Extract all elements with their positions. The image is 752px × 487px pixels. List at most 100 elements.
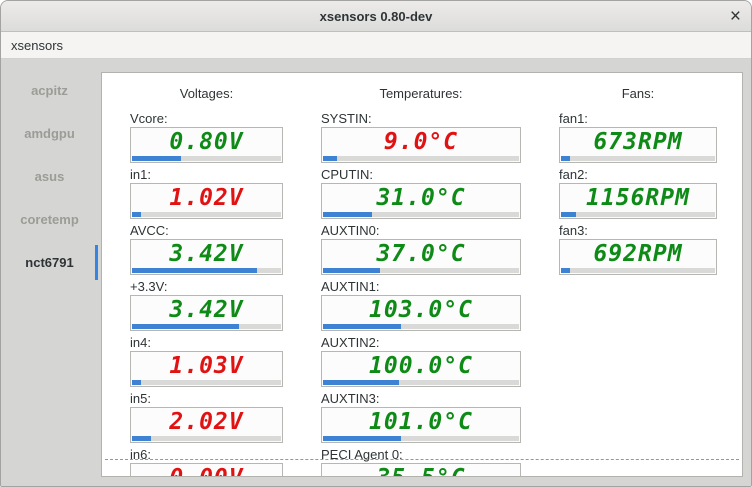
tab-acpitz[interactable]: acpitz [1, 69, 98, 112]
tab-coretemp[interactable]: coretemp [1, 198, 98, 241]
sensor-label: AUXTIN1: [321, 279, 380, 294]
sensor-value: 31.0°C [376, 185, 466, 211]
sensor-chip-tabs: acpitz amdgpu asus coretemp nct6791 [1, 59, 98, 486]
sensor-value: 100.0°C [369, 353, 473, 379]
sensor-systin: SYSTIN: 9.0°C [321, 112, 521, 163]
sensor-progress-track [323, 324, 519, 329]
sensor-label: fan2: [559, 167, 588, 182]
tab-label: acpitz [31, 83, 68, 98]
sensor-progress-fill [132, 380, 141, 385]
sensor-in4: in4: 1.03V [130, 336, 283, 387]
sensor-progress-fill [132, 268, 258, 273]
sensor-progress-track [132, 212, 281, 217]
sensor-progress-fill [561, 212, 577, 217]
sensor-display: 1156RPM [559, 183, 717, 219]
voltages-column: Voltages: Vcore: 0.80V in1: 1.02V AVCC: … [130, 81, 283, 476]
sensor-display: 3.42V [130, 239, 283, 275]
sensor-progress-fill [132, 324, 240, 329]
sensor-progress-track [323, 436, 519, 441]
sensor-label: Vcore: [130, 111, 168, 126]
tab-label: asus [34, 169, 65, 184]
sensor-display: 3.42V [130, 295, 283, 331]
sensor-fan3: fan3: 692RPM [559, 224, 717, 275]
sensor-progress-fill [323, 212, 372, 217]
sensor-progress-fill [132, 156, 182, 161]
tab-nct6791[interactable]: nct6791 [1, 241, 98, 284]
titlebar: xsensors 0.80-dev × [1, 1, 751, 32]
sensor-value: 3.42V [169, 241, 244, 267]
sensor-display: 31.0°C [321, 183, 521, 219]
window-title: xsensors 0.80-dev [319, 8, 433, 24]
sensor-value: 1.03V [169, 353, 244, 379]
sensor-display: 100.0°C [321, 351, 521, 387]
tab-label: amdgpu [24, 126, 75, 141]
app-window: xsensors 0.80-dev × xsensors acpitz amdg… [0, 0, 752, 487]
sensor-auxtin0: AUXTIN0: 37.0°C [321, 224, 521, 275]
sensor-progress-track [323, 380, 519, 385]
sensor-progress-track [132, 324, 281, 329]
sensor-value: 103.0°C [369, 297, 473, 323]
sensor-progress-fill [132, 212, 141, 217]
sensor-display: 2.02V [130, 407, 283, 443]
sensor-display: 1.03V [130, 351, 283, 387]
menubar: xsensors [1, 32, 751, 59]
sensor-fan1: fan1: 673RPM [559, 112, 717, 163]
tab-asus[interactable]: asus [1, 155, 98, 198]
sensor-value: 35.5°C [376, 465, 465, 476]
sensor-value: 3.42V [169, 297, 244, 323]
sensor-display: 673RPM [559, 127, 717, 163]
sensor-value: 2.02V [169, 409, 244, 435]
sensor-progress-track [561, 212, 715, 217]
sensor-in6: in6: 0.00V [130, 447, 283, 476]
sensor-value: 0.00V [169, 465, 243, 476]
sensor-progress-track [132, 436, 281, 441]
sensor-label: AUXTIN3: [321, 391, 380, 406]
fans-header: Fans: [621, 86, 655, 101]
tab-label: nct6791 [25, 255, 74, 270]
sensor-auxtin2: AUXTIN2: 100.0°C [321, 336, 521, 387]
sensor-vcore: Vcore: 0.80V [130, 112, 283, 163]
sensor-display: 1.02V [130, 183, 283, 219]
sensor-value: 9.0°C [383, 129, 459, 155]
sensor-label: AUXTIN0: [321, 223, 380, 238]
sensor-label: PECI Agent 0: [321, 447, 403, 462]
sensor-label: SYSTIN: [321, 111, 372, 126]
sensor-label: in4: [130, 335, 151, 350]
sensor-display: 37.0°C [321, 239, 521, 275]
sensor-display: 103.0°C [321, 295, 521, 331]
sensor-progress-fill [323, 380, 400, 385]
temperatures-header: Temperatures: [379, 86, 463, 101]
sensor-progress-track [323, 212, 519, 217]
sensor-progress-fill [323, 324, 402, 329]
sensor-progress-track [323, 156, 519, 161]
sensor-value: 673RPM [593, 129, 683, 155]
fans-column: Fans: fan1: 673RPM fan2: 1156RPM fan3: 6… [559, 81, 717, 476]
sensor-progress-track [561, 268, 715, 273]
sensor-progress-fill [561, 156, 571, 161]
sensor-value: 1.02V [169, 185, 244, 211]
content-area: acpitz amdgpu asus coretemp nct6791 Volt… [1, 59, 751, 486]
voltages-header: Voltages: [179, 86, 234, 101]
sensor-value: 37.0°C [376, 241, 466, 267]
main-area: Voltages: Vcore: 0.80V in1: 1.02V AVCC: … [98, 59, 751, 486]
sensor-panel: Voltages: Vcore: 0.80V in1: 1.02V AVCC: … [101, 72, 743, 477]
sensor-progress-track [132, 380, 281, 385]
sensor-value: 1156RPM [586, 185, 690, 211]
sensor-peci-agent-0: PECI Agent 0: 35.5°C [321, 447, 521, 476]
sensor-avcc: AVCC: 3.42V [130, 224, 283, 275]
sensor-label: fan3: [559, 223, 588, 238]
sensor-label: +3.3V: [130, 279, 168, 294]
selected-tab-indicator [95, 245, 98, 280]
sensor-value: 692RPM [593, 241, 683, 267]
sensor-label: AUXTIN2: [321, 335, 380, 350]
sensor-value: 101.0°C [369, 409, 473, 435]
menu-xsensors[interactable]: xsensors [1, 32, 73, 58]
sensor-display: 101.0°C [321, 407, 521, 443]
tab-amdgpu[interactable]: amdgpu [1, 112, 98, 155]
close-icon[interactable]: × [730, 1, 741, 31]
sensor-progress-fill [323, 436, 402, 441]
sensor-label: CPUTIN: [321, 167, 373, 182]
sensor-display: 692RPM [559, 239, 717, 275]
sensor-label: in6: [130, 447, 151, 462]
sensor-label: in1: [130, 167, 151, 182]
